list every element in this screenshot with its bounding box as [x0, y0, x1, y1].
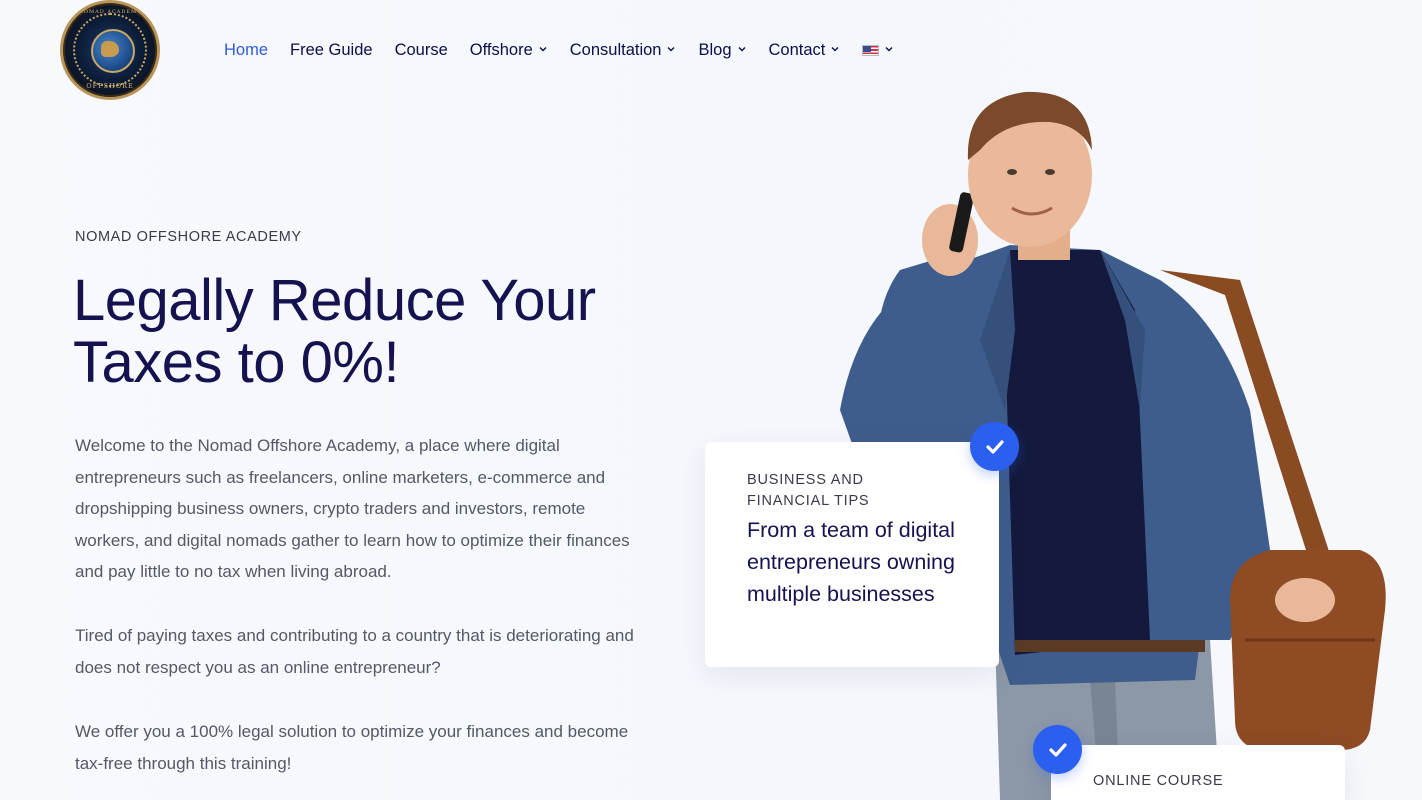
intro-paragraph: Welcome to the Nomad Offshore Academy, a…	[75, 436, 630, 581]
nav-item-blog[interactable]: Blog	[698, 41, 746, 60]
headline-line-2: Taxes to 0%!	[73, 330, 400, 395]
course-card-eyebrow: ONLINE COURSE	[1093, 773, 1224, 789]
nav-item-free-guide[interactable]: Free Guide	[290, 41, 373, 60]
chevron-down-icon	[885, 47, 893, 52]
nav-item-label: Offshore	[469, 40, 533, 59]
chevron-down-icon	[667, 47, 675, 52]
nav-item-label: Contact	[768, 40, 826, 59]
problem-paragraph: Tired of paying taxes and contributing t…	[75, 626, 634, 677]
nav-item-contact[interactable]: Contact	[769, 41, 841, 60]
tips-card-title: From a team of digital entrepreneurs own…	[747, 518, 955, 606]
main-navigation: Home Free Guide Course Offshore Consulta…	[224, 38, 916, 62]
site-logo[interactable]: NOMAD ACADEMY OFFSHORE	[60, 0, 160, 100]
us-flag-icon	[862, 44, 880, 56]
chevron-down-icon	[831, 47, 839, 52]
tips-card-eyebrow: BUSINESS AND FINANCIAL TIPS	[747, 472, 870, 509]
logo-bottom-text: OFFSHORE	[86, 82, 134, 90]
hero-photo-man-on-phone	[840, 91, 1386, 800]
nav-item-label: Free Guide	[290, 40, 373, 59]
headline-line-1: Legally Reduce Your	[73, 268, 596, 333]
checkmark-icon	[1033, 725, 1082, 774]
course-card: ONLINE COURSE	[1051, 745, 1345, 800]
nav-item-course[interactable]: Course	[395, 41, 448, 60]
nav-item-consultation[interactable]: Consultation	[570, 41, 677, 60]
tips-card: BUSINESS AND FINANCIAL TIPS From a team …	[705, 442, 999, 667]
hero-eyebrow: NOMAD OFFSHORE ACADEMY	[75, 229, 302, 245]
hero-headline: Legally Reduce Your Taxes to 0%!	[73, 270, 693, 394]
solution-paragraph: We offer you a 100% legal solution to op…	[75, 722, 629, 773]
chevron-down-icon	[539, 47, 547, 52]
checkmark-icon	[970, 422, 1019, 471]
globe-icon	[91, 29, 135, 73]
language-switcher[interactable]	[862, 44, 894, 56]
nav-item-label: Blog	[698, 40, 732, 59]
nav-item-label: Course	[394, 40, 448, 59]
logo-top-text: NOMAD ACADEMY	[78, 9, 142, 15]
nav-item-label: Consultation	[569, 40, 662, 59]
nav-item-offshore[interactable]: Offshore	[470, 41, 548, 60]
nav-item-label: Home	[224, 40, 269, 59]
chevron-down-icon	[738, 47, 746, 52]
nav-item-home[interactable]: Home	[224, 41, 268, 60]
